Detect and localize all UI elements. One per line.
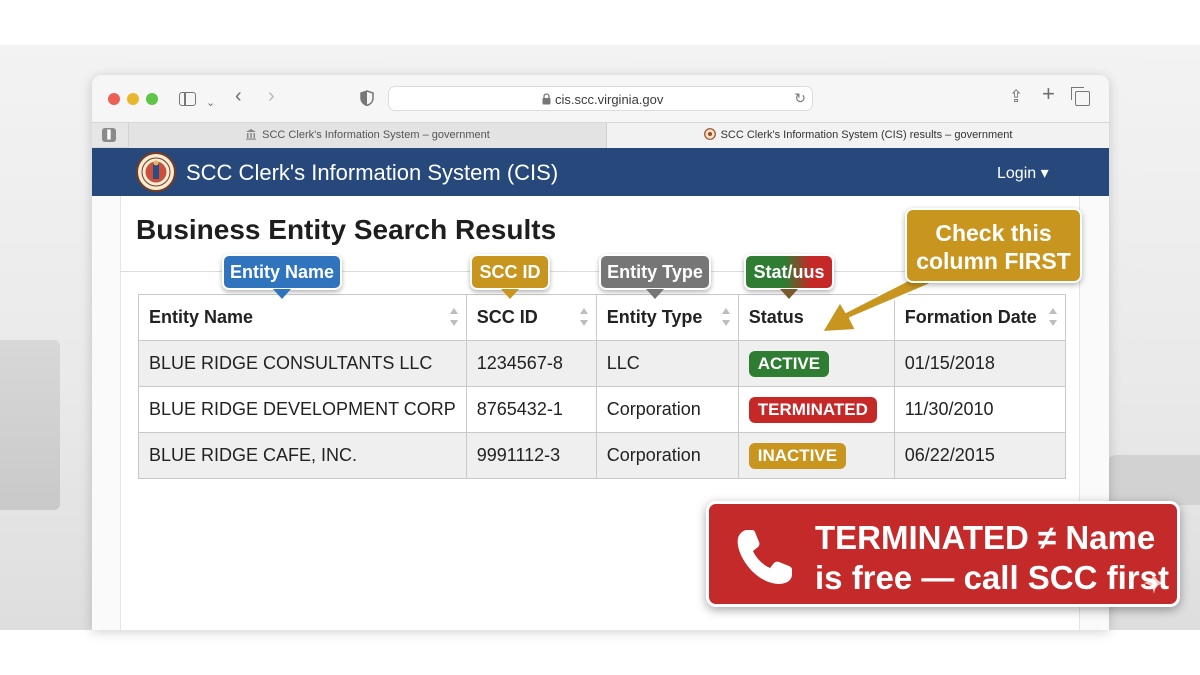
warning-text: TERMINATED ≠ Name is free — call SCC fir… (815, 518, 1169, 598)
forward-icon[interactable]: › (268, 86, 275, 106)
status-badge: INACTIVE (748, 442, 847, 469)
browser-toolbar: ⌄ ‹ › cis.scc.virginia.gov ↻ ⇪ + (92, 75, 1109, 122)
scc-id-cell: 9991112-3 (465, 432, 597, 479)
column-header-entity-name[interactable]: Entity Name (138, 294, 467, 341)
desk-object (1105, 455, 1200, 505)
reload-icon[interactable]: ↻ (794, 90, 806, 107)
url-text: cis.scc.virginia.gov (555, 92, 664, 107)
sort-icon[interactable] (579, 308, 588, 326)
terminated-warning-banner: TERMINATED ≠ Name is free — call SCC fir… (706, 501, 1180, 607)
bottom-margin (0, 630, 1200, 675)
column-label: Entity Name (149, 307, 254, 327)
tab-label: SCC Clerk's Information System (CIS) res… (720, 129, 1013, 141)
sort-icon[interactable] (449, 308, 458, 326)
entity-name-cell[interactable]: BLUE RIDGE DEVELOPMENT CORP (138, 386, 467, 433)
entity-type-cell: Corporation (595, 432, 739, 479)
column-label: SCC ID (476, 307, 538, 327)
check-column-note: Check this column FIRST (905, 208, 1082, 283)
formation-date-cell: 06/22/2015 (893, 432, 1066, 479)
status-badge: ACTIVE (748, 350, 830, 377)
table-row[interactable]: BLUE RIDGE CONSULTANTS LLC 1234567-8 LLC… (138, 340, 1066, 387)
virginia-seal-icon[interactable] (136, 152, 176, 192)
new-tab-icon[interactable]: + (1042, 83, 1055, 105)
shield-icon[interactable] (360, 90, 374, 106)
government-building-icon (246, 129, 257, 140)
formation-date-cell: 01/15/2018 (893, 340, 1066, 387)
page-title: Business Entity Search Results (136, 214, 557, 245)
column-header-entity-type[interactable]: Entity Type (595, 294, 739, 341)
table-row[interactable]: BLUE RIDGE CAFE, INC. 9991112-3 Corporat… (138, 432, 1066, 479)
address-bar[interactable]: cis.scc.virginia.gov ↻ (388, 86, 813, 111)
login-menu[interactable]: Login ▾ (997, 163, 1049, 183)
phone-icon (737, 530, 792, 584)
column-label: Entity Type (606, 307, 703, 327)
tab-overview-icon[interactable] (1071, 87, 1090, 106)
site-header: SCC Clerk's Information System (CIS) Log… (92, 148, 1109, 196)
sort-icon[interactable] (1048, 308, 1057, 326)
tab-cis-results[interactable]: SCC Clerk's Information System (CIS) res… (606, 123, 1109, 148)
table-row[interactable]: BLUE RIDGE DEVELOPMENT CORP 8765432-1 Co… (138, 386, 1066, 433)
warning-line: is free — call SCC first (815, 559, 1169, 596)
laptop-edge (0, 340, 60, 510)
close-window-button[interactable] (108, 93, 120, 105)
column-label: Status (748, 307, 804, 327)
back-icon[interactable]: ‹ (235, 86, 242, 106)
sparkle-icon (1143, 572, 1165, 594)
site-title: SCC Clerk's Information System (CIS) (186, 160, 559, 185)
tab-strip: ❚ SCC Clerk's Information System – gover… (92, 122, 1109, 148)
check-note-line: column FIRST (916, 248, 1071, 274)
status-badge: TERMINATED (748, 396, 877, 423)
tab-cis-search[interactable]: SCC Clerk's Information System – governm… (128, 123, 606, 148)
entity-name-cell[interactable]: BLUE RIDGE CONSULTANTS LLC (138, 340, 467, 387)
entity-name-callout: Entity Name (222, 254, 342, 299)
chevron-down-icon[interactable]: ⌄ (206, 93, 215, 113)
tab-label: SCC Clerk's Information System – governm… (262, 129, 490, 141)
pinned-tab-icon[interactable]: ❚ (102, 128, 116, 142)
share-icon[interactable]: ⇪ (1009, 87, 1023, 107)
seal-favicon-icon (703, 128, 716, 140)
status-cell: INACTIVE (737, 432, 895, 479)
column-header-scc-id[interactable]: SCC ID (465, 294, 597, 341)
zoom-window-button[interactable] (146, 93, 158, 105)
entity-type-cell: LLC (595, 340, 739, 387)
formation-date-cell: 11/30/2010 (893, 386, 1066, 433)
sort-icon[interactable] (721, 308, 730, 326)
status-cell: TERMINATED (737, 386, 895, 433)
lock-icon (542, 93, 551, 105)
minimize-window-button[interactable] (127, 93, 139, 105)
entity-type-callout: Entity Type (599, 254, 711, 299)
entity-type-cell: Corporation (595, 386, 739, 433)
sidebar-toggle-icon[interactable] (179, 92, 196, 106)
check-note-line: Check this (935, 220, 1052, 246)
scc-id-cell: 8765432-1 (465, 386, 597, 433)
warning-line: TERMINATED ≠ Name (815, 519, 1156, 556)
status-cell: ACTIVE (737, 340, 895, 387)
scc-id-cell: 1234567-8 (465, 340, 597, 387)
scc-id-callout: SCC ID (470, 254, 550, 299)
entity-name-cell[interactable]: BLUE RIDGE CAFE, INC. (138, 432, 467, 479)
